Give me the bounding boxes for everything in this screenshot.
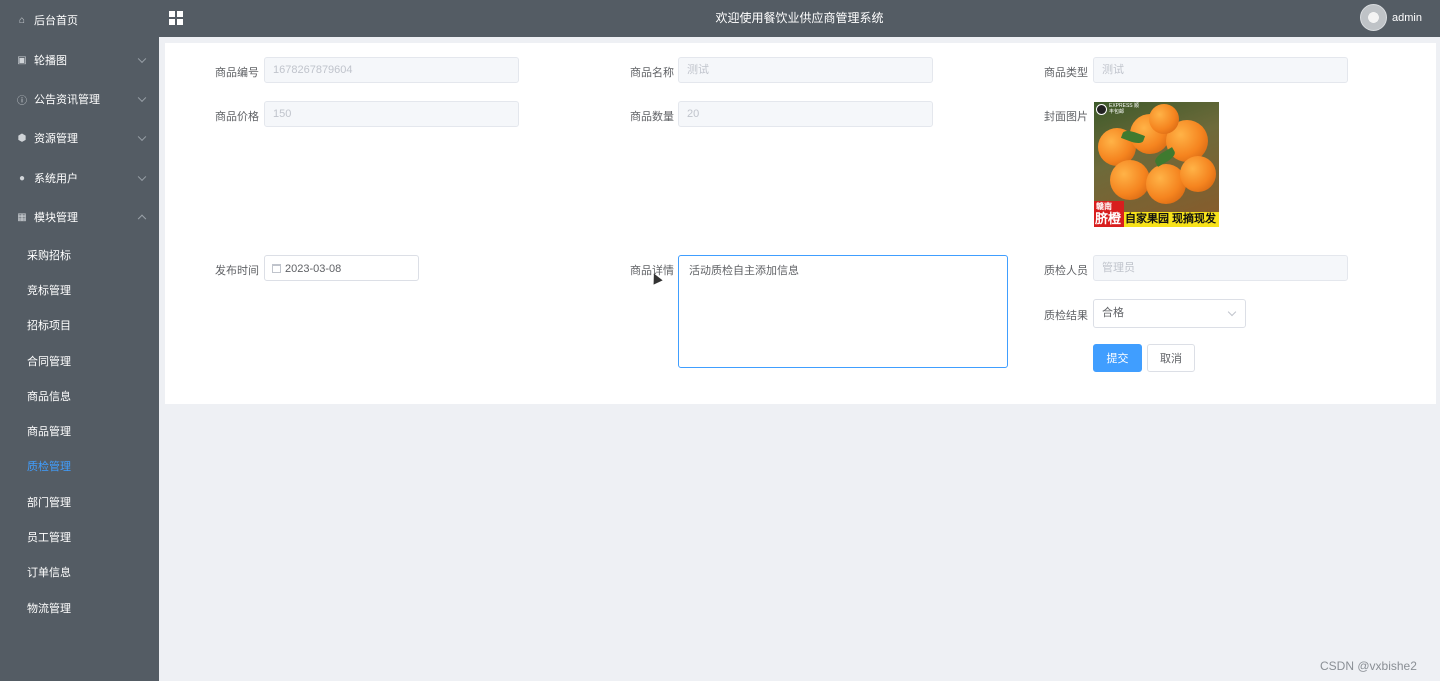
- publish-time-value: 2023-03-08: [285, 263, 342, 275]
- info-icon: ⓘ: [17, 95, 27, 107]
- inspect-result-value: 合格: [1102, 307, 1124, 319]
- picture-icon: ▣: [17, 54, 27, 66]
- inspector-label: 质检人员: [1044, 265, 1088, 277]
- sidebar-item-label: 资源管理: [34, 133, 78, 145]
- sidebar-sub-item[interactable]: 商品管理: [0, 414, 159, 448]
- sidebar-sub-item[interactable]: 订单信息: [0, 555, 159, 589]
- orange-shape: [1180, 156, 1216, 192]
- avatar[interactable]: [1360, 4, 1387, 31]
- publish-time-date-picker[interactable]: 2023-03-08: [264, 255, 419, 281]
- product-name-label: 商品名称: [630, 67, 674, 79]
- sidebar-item-home[interactable]: ⌂ 后台首页: [0, 0, 159, 40]
- chevron-down-icon: [137, 172, 147, 182]
- shield-icon: ⬢: [17, 132, 27, 144]
- inspector-input[interactable]: 管理员: [1093, 255, 1348, 281]
- sidebar-item-modules[interactable]: ▦ 模块管理: [0, 197, 159, 237]
- username[interactable]: admin: [1392, 0, 1422, 37]
- product-price-label: 商品价格: [215, 111, 259, 123]
- header-title: 欢迎使用餐饮业供应商管理系统: [715, 11, 884, 25]
- sidebar-item-resource[interactable]: ⬢ 资源管理: [0, 118, 159, 158]
- sidebar-item-notice[interactable]: ⓘ 公告资讯管理: [0, 79, 159, 119]
- sidebar-item-carousel[interactable]: ▣ 轮播图: [0, 40, 159, 80]
- banner-big-text: 脐橙: [1095, 211, 1122, 226]
- calendar-icon: [272, 264, 281, 273]
- express-logo-icon: [1096, 104, 1107, 115]
- sidebar-item-users[interactable]: ● 系统用户: [0, 158, 159, 198]
- product-qty-label: 商品数量: [630, 111, 674, 123]
- menu-toggle-grid-icon[interactable]: [169, 11, 184, 25]
- orange-shape: [1149, 104, 1179, 134]
- home-icon: ⌂: [18, 14, 26, 26]
- product-code-input[interactable]: 1678267879604: [264, 57, 519, 83]
- chevron-down-icon: [137, 132, 147, 142]
- inspect-result-select[interactable]: 合格: [1093, 299, 1246, 328]
- product-type-input[interactable]: 测试: [1093, 57, 1348, 83]
- chevron-up-icon: [137, 214, 147, 224]
- top-header: 欢迎使用餐饮业供应商管理系统 admin: [159, 0, 1440, 37]
- product-type-label: 商品类型: [1044, 67, 1088, 79]
- sidebar-sub-item[interactable]: 合同管理: [0, 344, 159, 378]
- sidebar-item-label: 公告资讯管理: [34, 94, 100, 106]
- form-card: 商品编号 1678267879604 商品名称 测试 商品类型 测试 商品价格 …: [165, 43, 1436, 404]
- chevron-down-icon: [1227, 307, 1237, 317]
- banner-small-text: 赣南: [1096, 202, 1112, 211]
- sidebar: ⌂ 后台首页 ▣ 轮播图 ⓘ 公告资讯管理 ⬢ 资源管理 ● 系统用户 ▦ 模块…: [0, 0, 159, 681]
- sidebar-item-label: 后台首页: [34, 15, 78, 27]
- sidebar-sub-item[interactable]: 员工管理: [0, 520, 159, 554]
- product-qty-input[interactable]: 20: [678, 101, 933, 127]
- product-code-label: 商品编号: [215, 67, 259, 79]
- express-badge-text: EXPRESS 顺丰包邮: [1109, 103, 1140, 115]
- chevron-down-icon: [137, 93, 147, 103]
- sidebar-item-label: 模块管理: [34, 212, 78, 224]
- watermark: CSDN @vxbishe2: [1320, 659, 1417, 673]
- sidebar-sub-item[interactable]: 采购招标: [0, 238, 159, 272]
- chevron-down-icon: [137, 54, 147, 64]
- cover-image-label: 封面图片: [1044, 111, 1088, 123]
- sidebar-sub-item[interactable]: 招标项目: [0, 308, 159, 342]
- sidebar-sub-item[interactable]: 商品信息: [0, 379, 159, 413]
- sidebar-item-label: 轮播图: [34, 55, 67, 67]
- product-detail-textarea[interactable]: [678, 255, 1008, 368]
- user-icon: ●: [18, 172, 26, 184]
- sidebar-sub-item[interactable]: 竞标管理: [0, 273, 159, 307]
- cover-image[interactable]: EXPRESS 顺丰包邮 自家果园 现摘现发 赣南 脐橙: [1094, 102, 1219, 227]
- image-red-tag: 赣南 脐橙: [1094, 201, 1124, 227]
- publish-time-label: 发布时间: [215, 265, 259, 277]
- product-price-input[interactable]: 150: [264, 101, 519, 127]
- sidebar-sub-item[interactable]: 部门管理: [0, 485, 159, 519]
- sidebar-sub-item-active[interactable]: 质检管理: [0, 449, 159, 483]
- orange-shape: [1110, 160, 1150, 200]
- cancel-button[interactable]: 取消: [1147, 344, 1195, 372]
- grid-icon: ▦: [17, 211, 27, 223]
- sidebar-sub-item[interactable]: 物流管理: [0, 591, 159, 625]
- inspect-result-label: 质检结果: [1044, 310, 1088, 322]
- sidebar-item-label: 系统用户: [34, 173, 78, 185]
- banner-text: 自家果园 现摘现发: [1125, 213, 1217, 225]
- product-name-input[interactable]: 测试: [678, 57, 933, 83]
- submit-button[interactable]: 提交: [1093, 344, 1142, 372]
